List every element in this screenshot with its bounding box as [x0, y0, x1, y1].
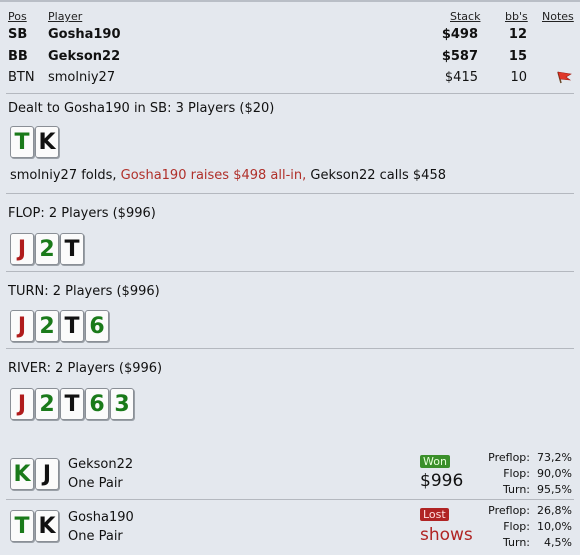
playing-card: 2 [35, 310, 59, 342]
playing-card: J [35, 458, 59, 490]
equity-flop-label: Flop: [503, 520, 530, 533]
equity-flop-label: Flop: [503, 467, 530, 480]
player-pos: BB [8, 49, 28, 64]
action-fold: smolniy27 folds, [10, 168, 121, 183]
hand-history-panel: Pos Player Stack bb's Notes SB Gosha190 … [0, 0, 580, 555]
action-raise: Gosha190 raises $498 all-in, [120, 168, 311, 183]
red-flag-icon[interactable] [556, 70, 574, 84]
showdown-cards: T K [10, 510, 59, 542]
equity-turn: 95,5% [537, 483, 572, 496]
playing-card: T [60, 310, 84, 342]
equity-flop: 90,0% [537, 467, 572, 480]
divider [6, 93, 574, 94]
equity-turn: 4,5% [544, 536, 572, 549]
result-hand: One Pair [68, 529, 123, 544]
equity-turn-label: Turn: [502, 483, 530, 496]
playing-card: T [60, 233, 84, 265]
equity-preflop: 26,8% [537, 504, 572, 517]
hole-cards: T K [10, 126, 59, 158]
action-call: Gekson22 calls $458 [310, 168, 446, 183]
result-player-name[interactable]: Gekson22 [68, 457, 133, 472]
player-stack: $415 [444, 70, 478, 85]
divider [6, 271, 574, 272]
playing-card: K [35, 510, 59, 542]
equity-preflop-label: Preflop: [488, 504, 530, 517]
col-header-pos[interactable]: Pos [8, 10, 27, 23]
playing-card: 2 [35, 233, 59, 265]
flop-title: FLOP: 2 Players ($996) [8, 206, 156, 221]
player-bbs: 15 [508, 49, 527, 64]
player-bbs: 12 [508, 27, 527, 42]
preflop-title: Dealt to Gosha190 in SB: 3 Players ($20) [8, 101, 275, 116]
equity-flop: 10,0% [537, 520, 572, 533]
playing-card: T [10, 126, 34, 158]
equity-preflop-label: Preflop: [488, 451, 530, 464]
result-amount: shows [420, 525, 473, 545]
won-badge: Won [420, 455, 450, 468]
player-bbs: 10 [510, 70, 527, 85]
playing-card: K [10, 458, 34, 490]
equity-preflop: 73,2% [537, 451, 572, 464]
player-name[interactable]: smolniy27 [48, 70, 115, 85]
showdown-cards: K J [10, 458, 59, 490]
playing-card: T [10, 510, 34, 542]
result-hand: One Pair [68, 476, 123, 491]
playing-card: T [60, 388, 84, 420]
result-player-name[interactable]: Gosha190 [68, 510, 134, 525]
playing-card: K [35, 126, 59, 158]
turn-title: TURN: 2 Players ($996) [8, 284, 160, 299]
player-pos: SB [8, 27, 28, 42]
col-header-bbs[interactable]: bb's [505, 10, 528, 23]
col-header-notes[interactable]: Notes [542, 10, 574, 23]
col-header-player[interactable]: Player [48, 10, 82, 23]
river-title: RIVER: 2 Players ($996) [8, 361, 163, 376]
playing-card: 3 [110, 388, 134, 420]
player-name[interactable]: Gosha190 [48, 27, 121, 42]
divider [6, 348, 574, 349]
equity-turn-label: Turn: [502, 536, 530, 549]
playing-card: J [10, 233, 34, 265]
divider [6, 499, 574, 500]
player-stack: $498 [441, 27, 478, 42]
playing-card: 6 [85, 388, 109, 420]
turn-cards: J 2 T 6 [10, 310, 109, 342]
player-name[interactable]: Gekson22 [48, 49, 120, 64]
playing-card: 2 [35, 388, 59, 420]
lost-badge: Lost [420, 508, 449, 521]
river-cards: J 2 T 6 3 [10, 388, 134, 420]
player-stack: $587 [441, 49, 478, 64]
playing-card: J [10, 310, 34, 342]
playing-card: 6 [85, 310, 109, 342]
col-header-stack[interactable]: Stack [450, 10, 480, 23]
result-amount: $996 [420, 471, 464, 491]
preflop-actions: smolniy27 folds, Gosha190 raises $498 al… [10, 168, 446, 183]
playing-card: J [10, 388, 34, 420]
divider [6, 193, 574, 194]
player-pos: BTN [8, 70, 35, 85]
flop-cards: J 2 T [10, 233, 84, 265]
